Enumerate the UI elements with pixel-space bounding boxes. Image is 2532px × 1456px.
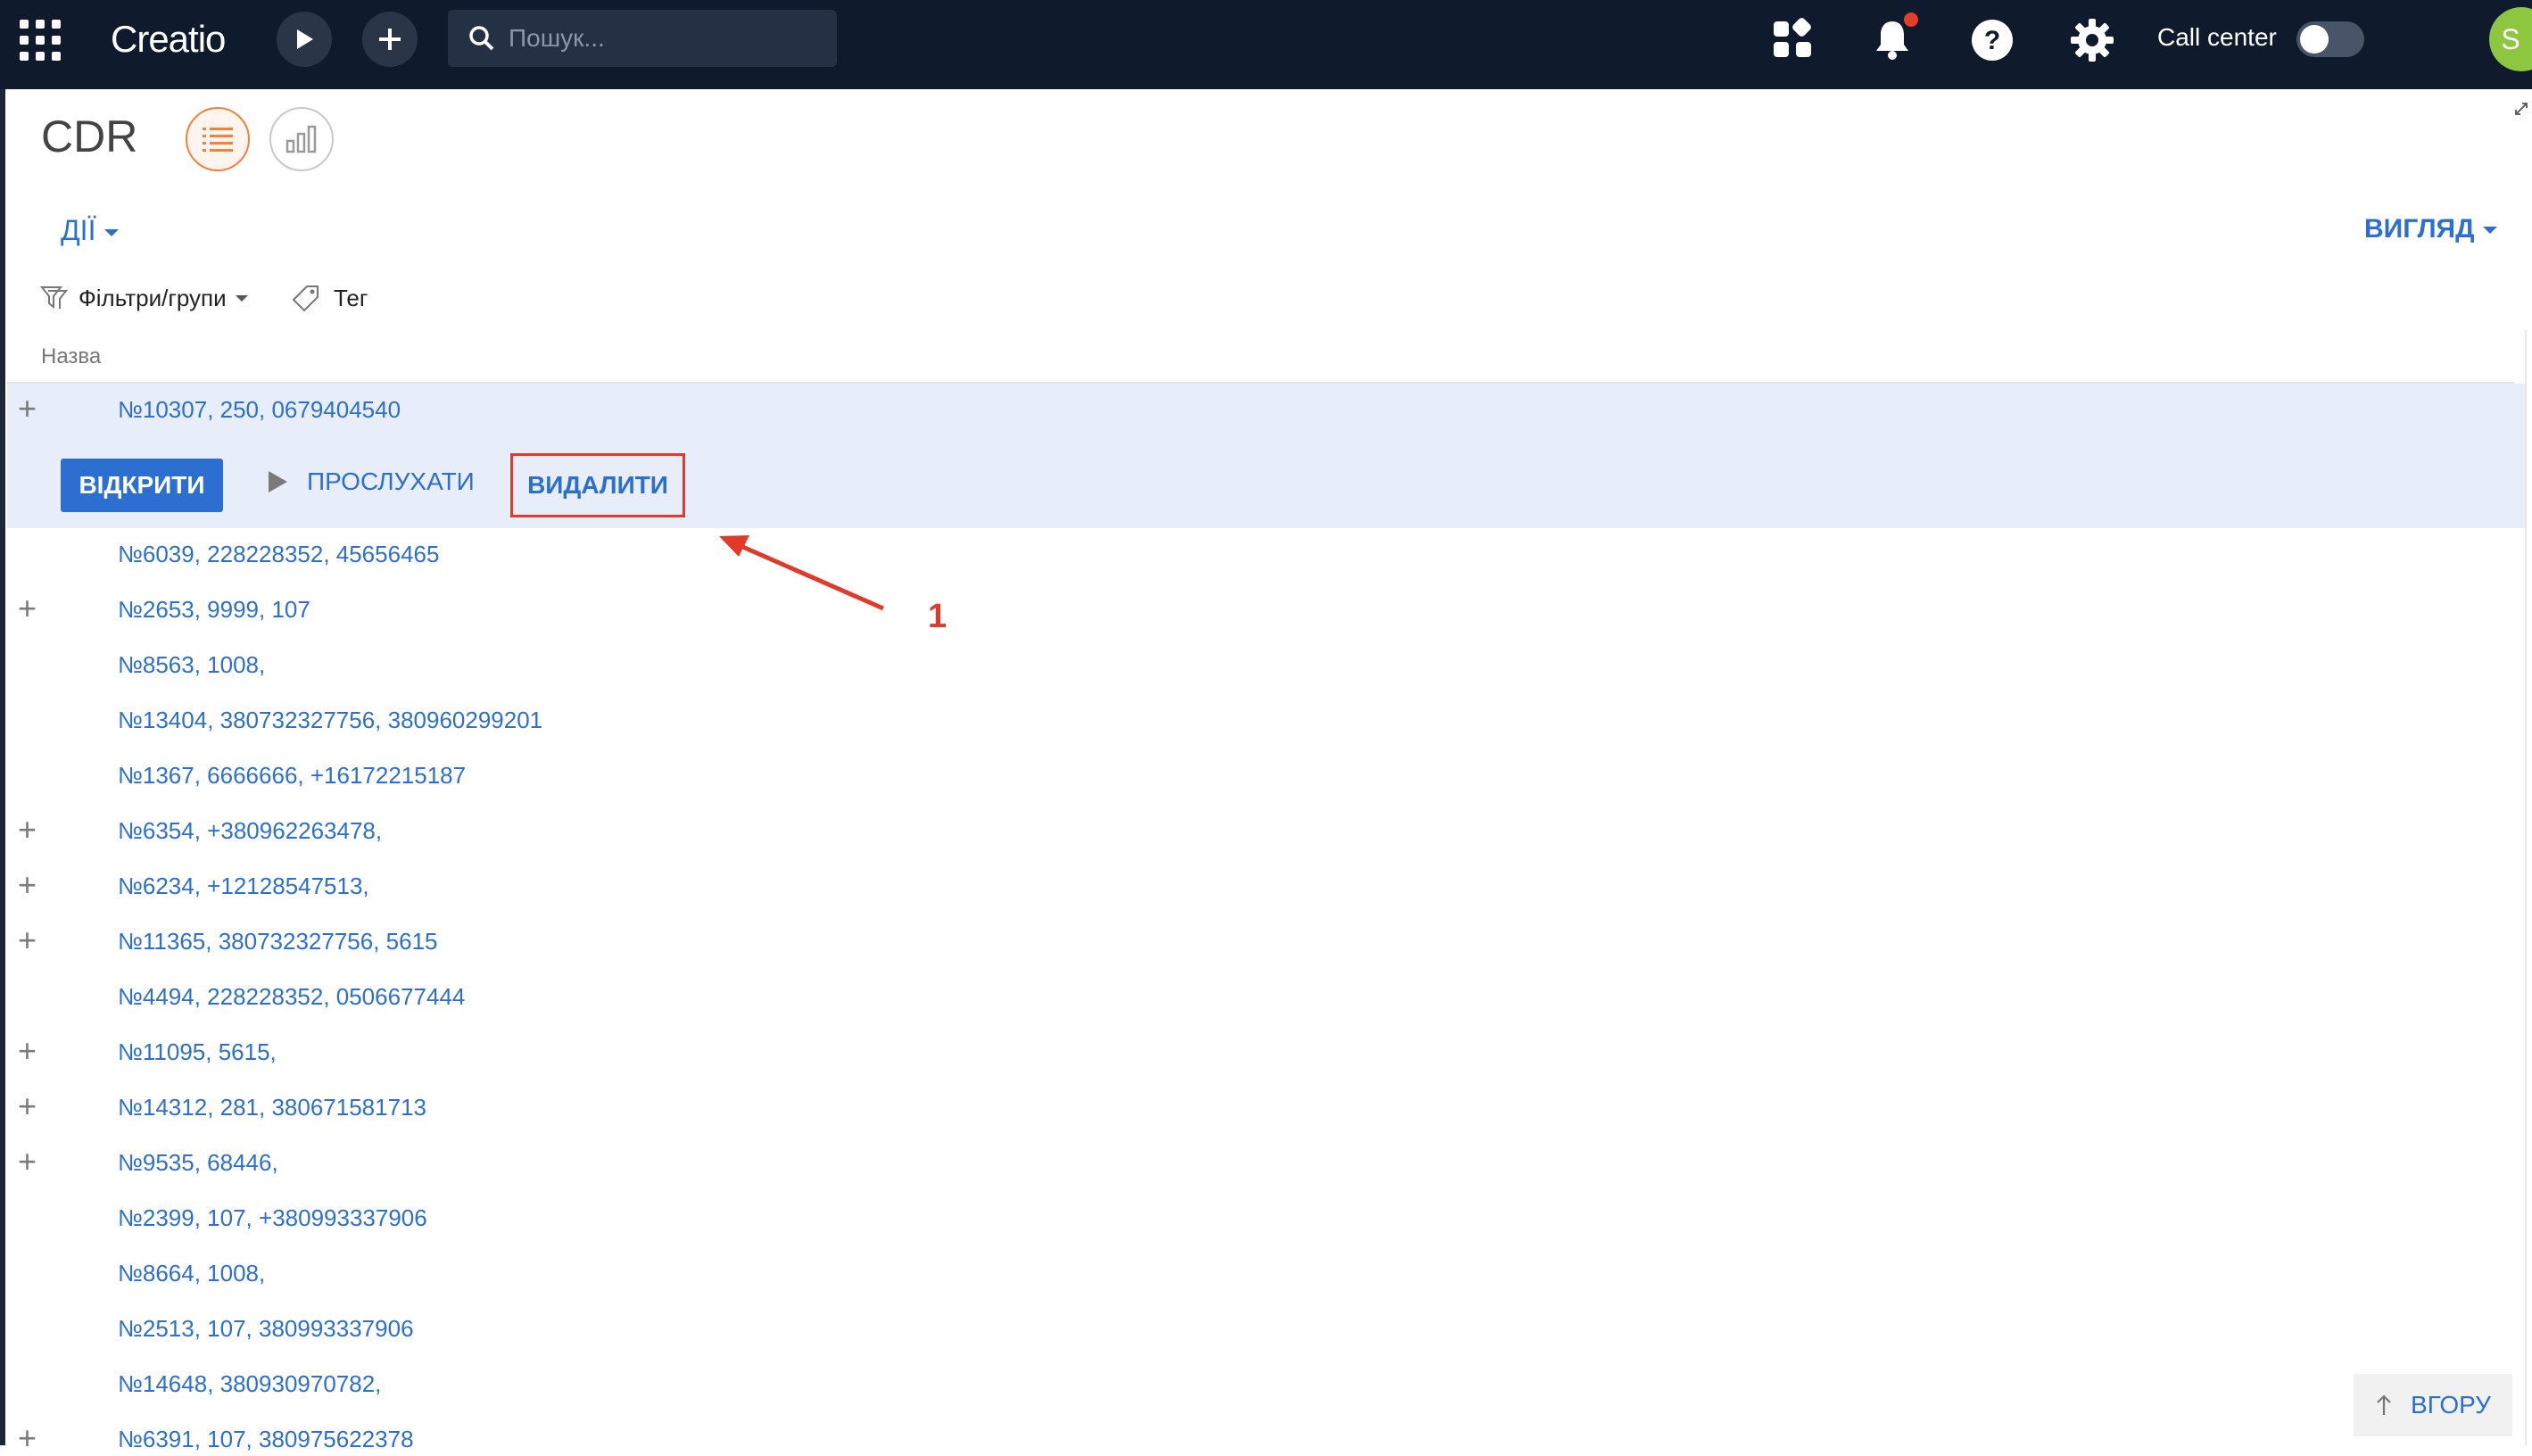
record-link[interactable]: №4494, 228228352, 0506677444 — [118, 983, 465, 1011]
expand-plus-icon[interactable]: + — [18, 1035, 37, 1067]
scrollbar-track[interactable] — [2525, 330, 2527, 1445]
view-menu[interactable]: ВИГЛЯД — [2364, 214, 2498, 244]
expand-plus-icon[interactable]: + — [18, 1146, 37, 1178]
expand-plus-icon[interactable]: + — [18, 592, 37, 625]
record-link[interactable]: №13404, 380732327756, 380960299201 — [118, 707, 542, 734]
record-link[interactable]: №6391, 107, 380975622378 — [118, 1426, 414, 1453]
record-link[interactable]: №2399, 107, +380993337906 — [118, 1204, 427, 1232]
call-center-label: Call center — [2157, 23, 2277, 51]
arrow-up-icon — [2377, 1394, 2391, 1415]
chevron-down-icon — [2483, 227, 2498, 235]
expand-plus-icon[interactable]: + — [18, 869, 37, 901]
record-link[interactable]: №8664, 1008, — [118, 1260, 265, 1287]
expand-icon[interactable] — [2514, 102, 2528, 116]
record-link[interactable]: №6039, 228228352, 45656465 — [118, 541, 439, 568]
notification-badge — [1904, 12, 1918, 27]
dashboard-icon[interactable] — [1768, 16, 1816, 64]
record-link[interactable]: №9535, 68446, — [118, 1149, 278, 1177]
expand-plus-icon[interactable]: + — [18, 924, 37, 956]
record-link[interactable]: №2513, 107, 380993337906 — [118, 1315, 414, 1343]
user-avatar[interactable]: S — [2489, 7, 2532, 71]
record-link[interactable]: №6234, +12128547513, — [118, 873, 369, 900]
record-link[interactable]: №8563, 1008, — [118, 651, 265, 679]
annotation-number: 1 — [928, 598, 947, 635]
record-link[interactable]: №11365, 380732327756, 5615 — [118, 928, 438, 956]
back-to-top-button[interactable]: ВГОРУ — [2354, 1374, 2512, 1436]
svg-text:?: ? — [1984, 26, 2000, 55]
record-link[interactable]: №2653, 9999, 107 — [118, 596, 310, 624]
record-link[interactable]: №6354, +380962263478, — [118, 817, 382, 845]
call-center-toggle[interactable] — [2296, 21, 2364, 57]
settings-gear-icon[interactable] — [2068, 16, 2116, 64]
record-link[interactable]: №14648, 380930970782, — [118, 1370, 381, 1398]
expand-plus-icon[interactable]: + — [18, 1090, 37, 1122]
record-link[interactable]: №1367, 6666666, +16172215187 — [118, 762, 466, 790]
record-link[interactable]: №14312, 281, 380671581713 — [118, 1094, 426, 1121]
expand-plus-icon[interactable]: + — [18, 814, 37, 846]
help-icon[interactable]: ? — [1968, 16, 2016, 64]
expand-plus-icon[interactable]: + — [18, 1422, 37, 1454]
record-link[interactable]: №11095, 5615, — [118, 1038, 277, 1066]
